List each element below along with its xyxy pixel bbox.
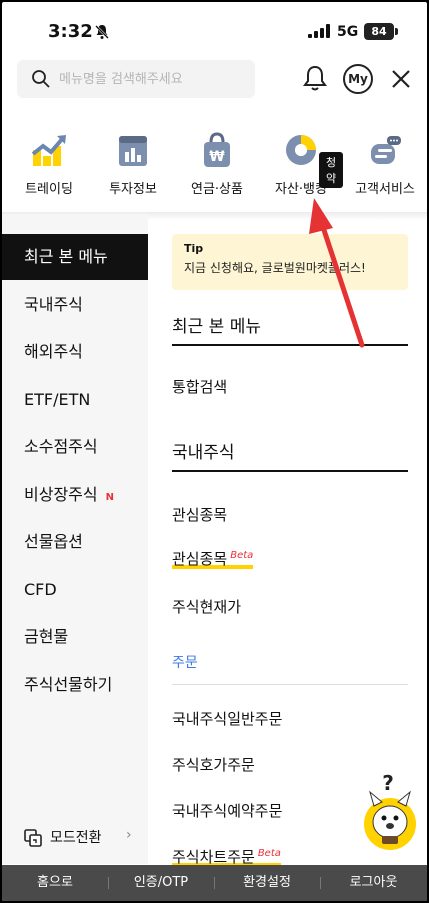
menu-item-general-order[interactable]: 국내주식일반주문 (172, 708, 282, 729)
category-label: 고객서비스 (355, 182, 415, 197)
left-menu-futures-options[interactable]: 선물옵션 (2, 519, 148, 565)
mode-switch-icon (24, 829, 42, 847)
section-divider (172, 470, 408, 472)
category-label: 투자정보 (109, 182, 157, 197)
cell-signal-icon (308, 24, 330, 38)
beta-tag: Beta (257, 848, 281, 859)
battery-tip (395, 28, 398, 35)
category-label: 연금·상품 (191, 182, 243, 197)
left-menu-etf-etn[interactable]: ETF/ETN (2, 377, 148, 423)
subscription-badge: 청약 (319, 152, 343, 188)
left-menu-overseas-stock[interactable]: 해외주식 (2, 329, 148, 375)
chatbot-mascot-icon[interactable]: ? (362, 772, 418, 852)
mode-switch-button[interactable]: 모드전환 › (24, 827, 132, 847)
left-menu-stock-gift[interactable]: 주식선물하기 (2, 662, 148, 708)
left-menu-unlisted-stock[interactable]: 비상장주식 N (2, 472, 148, 518)
chat-icon (365, 130, 405, 170)
menu-item-reserved-order[interactable]: 국내주식예약주문 (172, 800, 282, 821)
category-asset-banking[interactable]: 청약 자산·뱅킹 (259, 122, 343, 197)
left-menu-fractional-stock[interactable]: 소수점주식 (2, 424, 148, 470)
my-page-button[interactable]: My (343, 64, 373, 94)
search-input[interactable] (59, 68, 249, 90)
left-menu-cfd[interactable]: CFD (2, 567, 148, 613)
left-menu-spot-gold[interactable]: 금현물 (2, 614, 148, 660)
tip-title: Tip (184, 242, 204, 255)
chevron-right-icon: › (126, 827, 132, 843)
tip-body: 지금 신청해요, 글로벌원마켓플러스! (184, 261, 366, 275)
left-menu-label: 비상장주식 (24, 485, 98, 504)
menu-item-watchlist-beta[interactable]: 관심종목 Beta (172, 548, 254, 569)
bottom-logout-button[interactable]: 로그아웃 (320, 865, 427, 901)
category-customer-service[interactable]: 고객서비스 (343, 122, 427, 197)
section-divider (172, 344, 408, 346)
bottom-settings-button[interactable]: 환경설정 (214, 865, 320, 901)
network-type: 5G (337, 24, 359, 40)
app-frame: 3:32 5G 84 My (2, 2, 427, 901)
status-time: 3:32 (48, 21, 93, 42)
close-icon[interactable] (390, 68, 412, 90)
left-menu: 최근 본 메뉴 국내주식 해외주식 ETF/ETN 소수점주식 비상장주식 N 선… (2, 214, 148, 864)
mascot-question-mark: ? (382, 772, 394, 795)
beta-tag: Beta (230, 550, 254, 561)
bottom-auth-otp-button[interactable]: 인증/OTP (108, 865, 214, 901)
menu-item-quote-order[interactable]: 주식호가주문 (172, 754, 255, 775)
tip-banner[interactable]: Tip 지금 신청해요, 글로벌원마켓플러스! (172, 234, 408, 290)
category-pension[interactable]: ₩ 연금·상품 (175, 122, 259, 197)
report-icon (113, 130, 153, 170)
svg-text:₩: ₩ (209, 149, 225, 165)
pie-icon (281, 130, 321, 170)
bottom-bar: 홈으로 인증/OTP 환경설정 로그아웃 (2, 865, 427, 901)
category-label: 트레이딩 (25, 182, 73, 197)
chart-up-icon (29, 130, 69, 170)
menu-item-label: 관심종목 (172, 550, 228, 568)
left-menu-domestic-stock[interactable]: 국내주식 (2, 282, 148, 328)
menu-item-watchlist[interactable]: 관심종목 (172, 504, 227, 525)
menu-search-box[interactable] (17, 60, 255, 98)
menu-item-chart-order[interactable]: 주식차트주문 Beta (172, 846, 281, 867)
notification-bell-icon[interactable] (302, 64, 328, 92)
silent-bell-icon (95, 25, 109, 39)
left-menu-recent[interactable]: 최근 본 메뉴 (2, 234, 148, 280)
category-invest-info[interactable]: 투자정보 (91, 122, 175, 197)
category-trading[interactable]: 트레이딩 (7, 122, 91, 197)
menu-item-label: 주식차트주문 (172, 848, 255, 866)
subsection-divider (172, 684, 408, 685)
subsection-order: 주문 (172, 655, 198, 671)
battery-indicator: 84 (364, 23, 394, 40)
category-row: 트레이딩 투자정보 ₩ 연금·상품 청약 자산·뱅킹 고객서비스 (2, 122, 427, 212)
menu-item-stock-price[interactable]: 주식현재가 (172, 596, 241, 617)
search-icon (32, 70, 50, 88)
menu-content: Tip 지금 신청해요, 글로벌원마켓플러스! 최근 본 메뉴 통합검색 국내주… (148, 214, 427, 867)
status-bar: 3:32 5G 84 (2, 2, 427, 52)
menu-item-integrated-search[interactable]: 통합검색 (172, 376, 227, 397)
section-title-recent: 최근 본 메뉴 (172, 317, 262, 337)
section-title-domestic: 국내주식 (172, 443, 235, 463)
mode-switch-label: 모드전환 (50, 830, 102, 846)
bag-icon: ₩ (197, 130, 237, 170)
bottom-home-button[interactable]: 홈으로 (2, 865, 108, 901)
new-badge: N (105, 492, 114, 503)
